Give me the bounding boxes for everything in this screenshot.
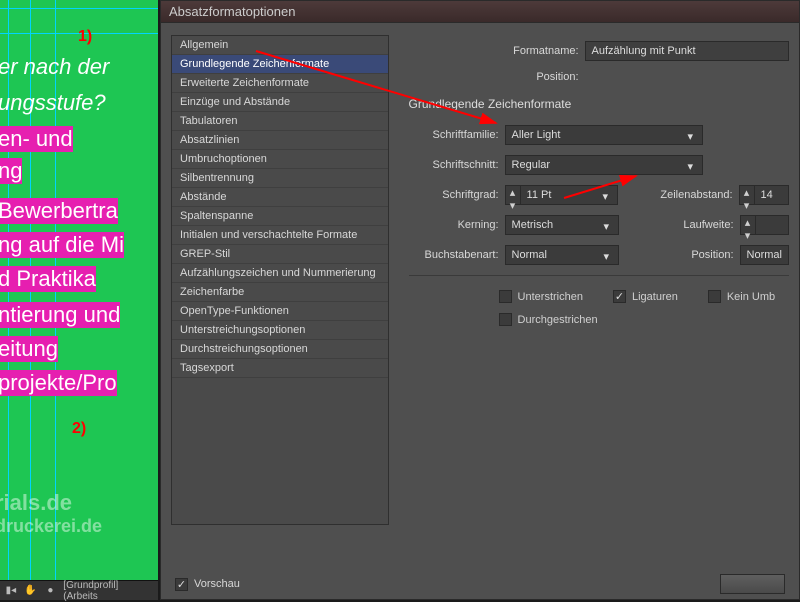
fontsize-label: Schriftgrad: <box>409 189 499 201</box>
tracking-label: Laufweite: <box>619 219 734 231</box>
kerning-dropdown[interactable]: Metrisch ▾ <box>505 215 619 235</box>
annotation-1: 1) <box>78 28 92 46</box>
annotation-2: 2) <box>72 420 86 438</box>
doc-text-line: ungsstufe? <box>0 90 106 116</box>
sidebar-item[interactable]: Erweiterte Zeichenformate <box>172 74 388 93</box>
doc-text-line: projekte/Pro <box>0 370 117 396</box>
fontsize-spinner[interactable]: ▴▾ <box>505 185 521 205</box>
fontfamily-label: Schriftfamilie: <box>409 129 499 141</box>
sidebar-item[interactable]: Einzüge und Abstände <box>172 93 388 112</box>
sidebar-item[interactable]: Tabulatoren <box>172 112 388 131</box>
kerning-label: Kerning: <box>409 219 499 231</box>
doc-text-line: en- und <box>0 126 73 152</box>
ligatures-checkbox[interactable]: Ligaturen <box>613 290 678 303</box>
position2-dropdown[interactable]: Normal <box>740 245 789 265</box>
dialog-sidebar: AllgemeinGrundlegende ZeichenformateErwe… <box>161 23 389 569</box>
page-nav-icon[interactable]: ▮◂ <box>4 584 18 598</box>
sidebar-item[interactable]: Unterstreichungsoptionen <box>172 321 388 340</box>
sidebar-item[interactable]: Allgemein <box>172 36 388 55</box>
dialog-sidebar-list[interactable]: AllgemeinGrundlegende ZeichenformateErwe… <box>171 35 389 525</box>
sidebar-item[interactable]: Tagsexport <box>172 359 388 378</box>
fontstyle-dropdown[interactable]: Regular ▾ <box>505 155 703 175</box>
tracking-spinner[interactable]: ▴▾ <box>740 215 756 235</box>
dialog-button[interactable] <box>720 574 785 594</box>
case-dropdown[interactable]: Normal ▾ <box>505 245 619 265</box>
hand-icon[interactable]: ✋ <box>24 584 38 598</box>
strike-checkbox[interactable]: Durchgestrichen <box>499 313 598 326</box>
sidebar-item[interactable]: Aufzählungszeichen und Nummerierung <box>172 264 388 283</box>
doc-text-line: Bewerbertra <box>0 198 118 224</box>
fontfamily-dropdown[interactable]: Aller Light ▾ <box>505 125 703 145</box>
fontsize-field[interactable]: 11 Pt ▾ <box>520 185 618 205</box>
nobreak-checkbox[interactable]: Kein Umb <box>708 290 775 303</box>
sidebar-item[interactable]: OpenType-Funktionen <box>172 302 388 321</box>
sidebar-item[interactable]: Grundlegende Zeichenformate <box>172 55 388 74</box>
doc-text-line: eitung <box>0 336 58 362</box>
watermark-2: druckerei.de <box>0 516 102 537</box>
leading-spinner[interactable]: ▴▾ <box>739 185 755 205</box>
sidebar-item[interactable]: Umbruchoptionen <box>172 150 388 169</box>
position2-label: Position: <box>619 249 734 261</box>
sidebar-item[interactable]: Durchstreichungsoptionen <box>172 340 388 359</box>
status-bar: ▮◂ ✋ ● [Grundprofil] (Arbeits <box>0 580 158 600</box>
section-title: Grundlegende Zeichenformate <box>409 97 789 111</box>
vorschau-checkbox[interactable]: Vorschau <box>175 578 240 591</box>
doc-text-line: ng <box>0 158 22 184</box>
chevron-down-icon: ▾ <box>688 160 698 170</box>
formatname-label: Formatname: <box>409 45 579 57</box>
profile-label: [Grundprofil] (Arbeits <box>63 580 154 602</box>
errors-icon[interactable]: ● <box>44 584 58 598</box>
sidebar-item[interactable]: Initialen und verschachtelte Formate <box>172 226 388 245</box>
chevron-down-icon: ▾ <box>604 220 614 230</box>
tracking-field[interactable] <box>755 215 789 235</box>
watermark-1: rials.de <box>0 490 72 516</box>
formatname-field[interactable]: Aufzählung mit Punkt <box>585 41 789 61</box>
document-preview: er nach der ungsstufe? en- und ng Bewerbert… <box>0 0 158 600</box>
sidebar-item[interactable]: Spaltenspanne <box>172 207 388 226</box>
chevron-down-icon: ▾ <box>688 130 698 140</box>
sidebar-item[interactable]: GREP-Stil <box>172 245 388 264</box>
underline-checkbox[interactable]: Unterstrichen <box>499 290 583 303</box>
dialog-panel: Formatname: Aufzählung mit Punkt Positio… <box>389 23 799 569</box>
chevron-down-icon: ▾ <box>603 190 613 200</box>
doc-text-line: ng auf die Mi <box>0 232 124 258</box>
doc-text-line: d Praktika <box>0 266 96 292</box>
case-label: Buchstabenart: <box>409 249 499 261</box>
sidebar-item[interactable]: Abstände <box>172 188 388 207</box>
leading-field[interactable]: 14 <box>754 185 789 205</box>
dialog-title: Absatzformatoptionen <box>161 1 799 23</box>
paragraph-style-options-dialog: Absatzformatoptionen AllgemeinGrundlegen… <box>160 0 800 600</box>
fontstyle-label: Schriftschnitt: <box>409 159 499 171</box>
sidebar-item[interactable]: Absatzlinien <box>172 131 388 150</box>
doc-text-line: er nach der <box>0 54 109 80</box>
sidebar-item[interactable]: Zeichenfarbe <box>172 283 388 302</box>
leading-label: Zeilenabstand: <box>618 189 733 201</box>
chevron-down-icon: ▾ <box>604 250 614 260</box>
doc-text-line: ntierung und <box>0 302 120 328</box>
position-label: Position: <box>409 71 579 83</box>
sidebar-item[interactable]: Silbentrennung <box>172 169 388 188</box>
